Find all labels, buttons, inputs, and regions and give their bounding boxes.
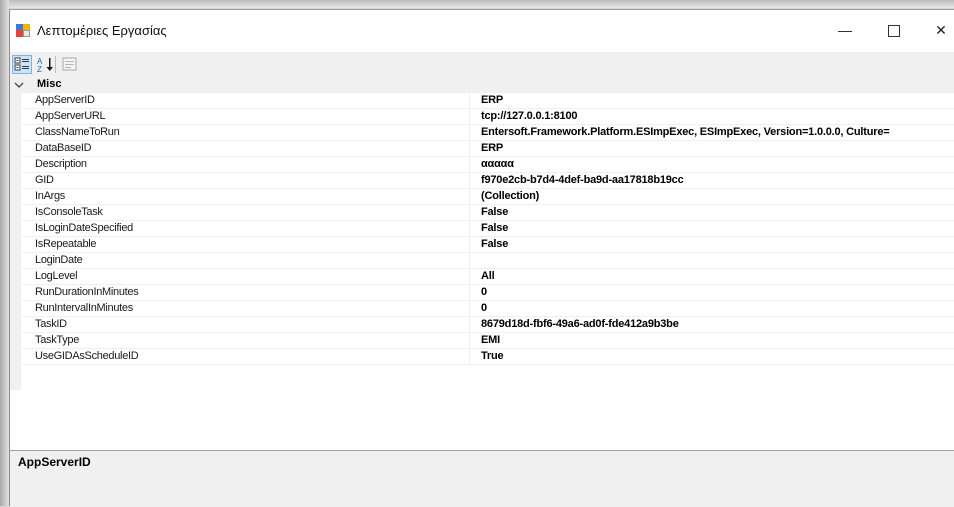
property-name: LogLevel bbox=[35, 270, 78, 282]
property-row[interactable]: TaskID 8679d18d-fbf6-49a6-ad0f-fde412a9b… bbox=[21, 317, 954, 333]
property-name: GID bbox=[35, 174, 54, 186]
property-value[interactable]: False bbox=[481, 238, 508, 250]
maximize-button[interactable] bbox=[874, 16, 914, 44]
property-name: TaskType bbox=[35, 334, 80, 346]
property-name: UseGIDAsScheduleID bbox=[35, 350, 139, 362]
property-row[interactable]: IsRepeatable False bbox=[21, 237, 954, 253]
property-grid[interactable]: Misc AppServerID ERP AppServerURL tcp://… bbox=[10, 77, 954, 450]
property-row[interactable]: RunDurationInMinutes 0 bbox=[21, 285, 954, 301]
title-bar[interactable]: Λεπτομέριες Εργασίας — ✕ bbox=[10, 10, 954, 52]
property-row[interactable]: GID f970e2cb-b7d4-4def-ba9d-aa17818b19cc bbox=[21, 173, 954, 189]
property-row[interactable]: LoginDate bbox=[21, 253, 954, 269]
property-row[interactable]: AppServerURL tcp://127.0.0.1:8100 bbox=[21, 109, 954, 125]
close-button[interactable]: ✕ bbox=[921, 16, 954, 44]
property-name: IsRepeatable bbox=[35, 238, 97, 250]
property-name: RunIntervalInMinutes bbox=[35, 302, 133, 314]
property-value[interactable]: 0 bbox=[481, 286, 487, 298]
desktop-shadow-top bbox=[0, 0, 954, 8]
help-pane: AppServerID bbox=[10, 453, 954, 507]
chevron-down-icon[interactable] bbox=[13, 79, 25, 91]
categorized-icon bbox=[14, 57, 29, 71]
property-value[interactable]: 0 bbox=[481, 302, 487, 314]
window-title: Λεπτομέριες Εργασίας bbox=[37, 23, 167, 38]
property-value[interactable]: f970e2cb-b7d4-4def-ba9d-aa17818b19cc bbox=[481, 174, 684, 186]
alphabetical-button[interactable]: A Z bbox=[36, 55, 56, 74]
property-value[interactable]: False bbox=[481, 206, 508, 218]
property-name: TaskID bbox=[35, 318, 67, 330]
property-name: AppServerURL bbox=[35, 110, 106, 122]
minimize-button[interactable]: — bbox=[825, 16, 865, 44]
property-value[interactable]: False bbox=[481, 222, 508, 234]
property-value[interactable]: tcp://127.0.0.1:8100 bbox=[481, 110, 577, 122]
property-value[interactable]: True bbox=[481, 350, 504, 362]
property-row[interactable]: AppServerID ERP bbox=[21, 93, 954, 109]
help-title: AppServerID bbox=[18, 455, 91, 469]
property-value[interactable]: ERP bbox=[481, 142, 503, 154]
category-row-misc[interactable]: Misc bbox=[10, 77, 954, 93]
property-row[interactable]: TaskType EMI bbox=[21, 333, 954, 349]
property-value[interactable]: EMI bbox=[481, 334, 500, 346]
property-pages-button[interactable] bbox=[60, 55, 80, 74]
property-row[interactable]: LogLevel All bbox=[21, 269, 954, 285]
categorized-button[interactable] bbox=[12, 55, 32, 74]
property-pages-icon bbox=[62, 57, 77, 71]
category-label: Misc bbox=[37, 78, 62, 90]
property-name: LoginDate bbox=[35, 254, 83, 266]
property-row[interactable]: DataBaseID ERP bbox=[21, 141, 954, 157]
property-row[interactable]: IsLoginDateSpecified False bbox=[21, 221, 954, 237]
property-row[interactable]: UseGIDAsScheduleID True bbox=[21, 349, 954, 365]
property-row[interactable]: InArgs (Collection) bbox=[21, 189, 954, 205]
desktop-shadow-left bbox=[0, 0, 9, 506]
grid-gutter bbox=[10, 93, 21, 390]
alphabetical-icon: A Z bbox=[37, 57, 53, 74]
property-value[interactable]: All bbox=[481, 270, 495, 282]
property-name: AppServerID bbox=[35, 94, 95, 106]
property-row[interactable]: RunIntervalInMinutes 0 bbox=[21, 301, 954, 317]
property-name: RunDurationInMinutes bbox=[35, 286, 139, 298]
svg-text:Z: Z bbox=[37, 65, 42, 74]
app-icon bbox=[16, 24, 30, 37]
property-grid-toolbar: A Z bbox=[10, 52, 954, 77]
property-name: InArgs bbox=[35, 190, 65, 202]
property-name: ClassNameToRun bbox=[35, 126, 120, 138]
task-details-window: Λεπτομέριες Εργασίας — ✕ A Z Misc AppSer… bbox=[9, 9, 954, 507]
property-row[interactable]: IsConsoleTask False bbox=[21, 205, 954, 221]
property-value[interactable]: 8679d18d-fbf6-49a6-ad0f-fde412a9b3be bbox=[481, 318, 679, 330]
property-name: DataBaseID bbox=[35, 142, 92, 154]
property-value[interactable]: ααααα bbox=[481, 158, 514, 170]
property-value[interactable]: Entersoft.Framework.Platform.ESImpExec, … bbox=[481, 126, 890, 138]
property-name: Description bbox=[35, 158, 87, 170]
toolbar-separator bbox=[55, 56, 56, 73]
property-value[interactable]: (Collection) bbox=[481, 190, 539, 202]
property-row[interactable]: Description ααααα bbox=[21, 157, 954, 173]
property-name: IsConsoleTask bbox=[35, 206, 103, 218]
maximize-icon bbox=[888, 25, 900, 38]
property-name: IsLoginDateSpecified bbox=[35, 222, 133, 234]
property-row[interactable]: ClassNameToRun Entersoft.Framework.Platf… bbox=[21, 125, 954, 141]
property-value[interactable]: ERP bbox=[481, 94, 503, 106]
